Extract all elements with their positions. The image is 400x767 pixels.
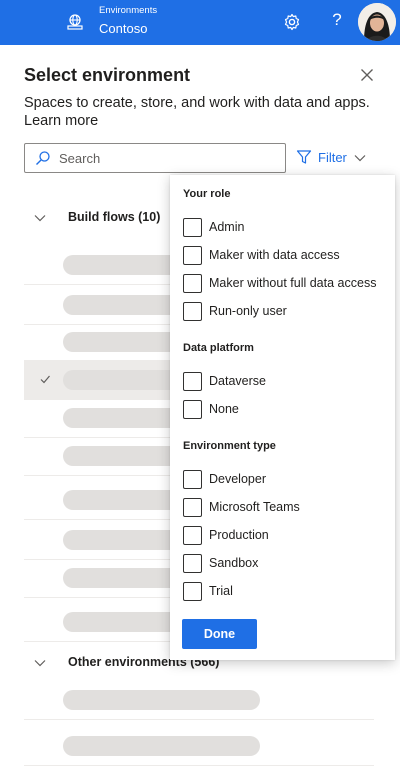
checkbox-box[interactable] (183, 526, 202, 545)
checkbox-label: Production (209, 528, 269, 542)
checkbox-trial[interactable]: Trial (183, 582, 393, 602)
chevron-down-icon (354, 155, 366, 162)
checkbox-box[interactable] (183, 400, 202, 419)
checkbox-label: Admin (209, 220, 245, 234)
checkbox-developer[interactable]: Developer (183, 470, 393, 490)
checkbox-label: Sandbox (209, 556, 259, 570)
environment-row[interactable] (24, 680, 374, 720)
search-placeholder: Search (59, 151, 101, 166)
close-icon[interactable] (358, 66, 376, 84)
checkbox-run-only-user[interactable]: Run-only user (183, 302, 393, 322)
checkbox-label: Trial (209, 584, 233, 598)
avatar-image (358, 3, 396, 41)
chevron-down-icon (34, 215, 46, 222)
filter-icon (296, 150, 312, 164)
group-label: Build flows (10) (68, 210, 161, 224)
filter-label: Filter (318, 150, 347, 165)
panel-title: Select environment (24, 65, 191, 85)
checkbox-maker-with-data-access[interactable]: Maker with data access (183, 246, 393, 266)
filter-button[interactable]: Filter (294, 145, 374, 171)
panel-description: Spaces to create, store, and work with d… (24, 95, 370, 111)
checkbox-sandbox[interactable]: Sandbox (183, 554, 393, 574)
checkbox-box[interactable] (183, 246, 202, 265)
search-icon (36, 151, 50, 165)
top-bar: Environments Contoso ? (0, 0, 400, 45)
checkbox-box[interactable] (183, 582, 202, 601)
done-button[interactable]: Done (182, 619, 257, 649)
checkbox-label: Maker without full data access (209, 276, 377, 290)
section-title-your-role: Your role (183, 188, 231, 200)
checkbox-label: Developer (209, 472, 266, 486)
search-input[interactable]: Search (24, 143, 286, 173)
checkbox-box[interactable] (183, 218, 202, 237)
chevron-down-icon (34, 660, 46, 667)
checkbox-label: None (209, 402, 239, 416)
gear-icon[interactable] (283, 13, 301, 31)
user-avatar[interactable] (358, 3, 396, 41)
environment-name[interactable]: Contoso (99, 21, 147, 36)
checkbox-dataverse[interactable]: Dataverse (183, 372, 393, 392)
filter-dropdown: Your role Admin Maker with data access M… (170, 175, 395, 660)
checkbox-box[interactable] (183, 470, 202, 489)
checkbox-box[interactable] (183, 498, 202, 517)
checkbox-box[interactable] (183, 554, 202, 573)
checkbox-admin[interactable]: Admin (183, 218, 393, 238)
checkbox-box[interactable] (183, 302, 202, 321)
checkbox-box[interactable] (183, 274, 202, 293)
checkbox-label: Maker with data access (209, 248, 340, 262)
environment-label: Environments (99, 5, 158, 16)
loading-placeholder (63, 736, 260, 756)
checkbox-label: Microsoft Teams (209, 500, 300, 514)
learn-more-link[interactable]: Learn more (24, 113, 98, 129)
checkbox-none[interactable]: None (183, 400, 393, 420)
checkbox-production[interactable]: Production (183, 526, 393, 546)
checkbox-label: Run-only user (209, 304, 287, 318)
loading-placeholder (63, 690, 260, 710)
checkbox-microsoft-teams[interactable]: Microsoft Teams (183, 498, 393, 518)
environment-icon (67, 14, 83, 30)
checkbox-maker-without-full-data-access[interactable]: Maker without full data access (183, 274, 393, 294)
section-title-data-platform: Data platform (183, 342, 254, 354)
checkbox-label: Dataverse (209, 374, 266, 388)
environment-row[interactable] (24, 726, 374, 766)
checkbox-box[interactable] (183, 372, 202, 391)
checkmark-icon (40, 375, 50, 384)
help-icon[interactable]: ? (330, 10, 344, 30)
section-title-environment-type: Environment type (183, 440, 276, 452)
